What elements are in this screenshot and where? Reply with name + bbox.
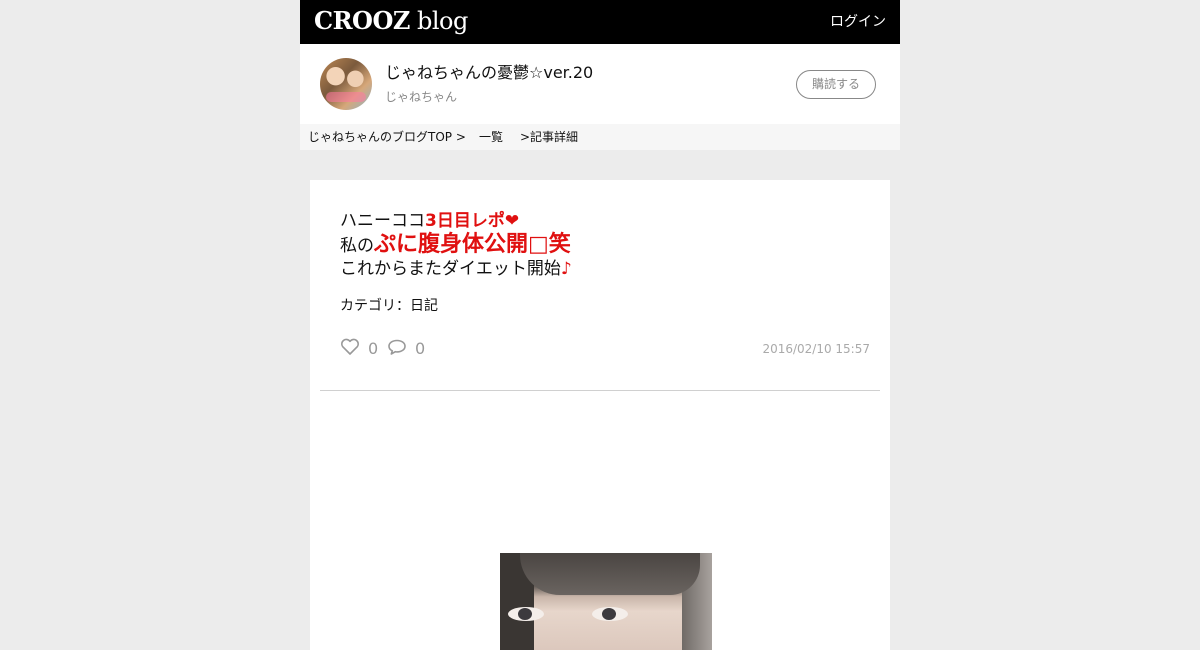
- breadcrumb-blog-top[interactable]: じゃねちゃんのブログTOP >: [308, 124, 466, 150]
- photo-eye-left: [508, 607, 544, 621]
- speech-bubble-icon[interactable]: [387, 338, 407, 360]
- breadcrumb-list[interactable]: 一覧: [479, 124, 503, 150]
- crooz-blog-logo[interactable]: CROOZ blog: [314, 6, 468, 36]
- photo-bangs: [520, 553, 700, 595]
- article-line-1-highlight: 3日目レポ❤: [425, 211, 520, 231]
- article-body: ハニーココ3日目レポ❤ 私のぷに腹身体公開□笑 これからまたダイエット開始♪: [340, 210, 572, 281]
- article-line-3: これからまたダイエット開始♪: [340, 258, 572, 281]
- logo-brand: CROOZ: [314, 6, 410, 35]
- logo-suffix: blog: [409, 7, 468, 35]
- article-card: ハニーココ3日目レポ❤ 私のぷに腹身体公開□笑 これからまたダイエット開始♪ カ…: [310, 180, 890, 650]
- post-date: 2016/02/10 15:57: [762, 342, 870, 356]
- article-line-2-text: 私の: [340, 236, 374, 256]
- breadcrumb-detail: >記事詳細: [520, 130, 579, 144]
- article-photo[interactable]: [500, 553, 712, 650]
- author-name[interactable]: じゃねちゃん: [385, 90, 457, 104]
- article-line-2-highlight: ぷに腹身体公開□笑: [374, 232, 571, 257]
- page-column: CROOZ blog ログイン じゃねちゃんの憂鬱☆ver.20 じゃねちゃん …: [300, 0, 900, 150]
- top-bar: CROOZ blog ログイン: [300, 0, 900, 44]
- breadcrumb: じゃねちゃんのブログTOP > 一覧 >記事詳細: [300, 124, 900, 150]
- login-link[interactable]: ログイン: [830, 13, 886, 31]
- subscribe-button[interactable]: 購読する: [796, 70, 876, 99]
- comment-count: 0: [415, 339, 426, 358]
- avatar[interactable]: [320, 58, 372, 110]
- heart-icon[interactable]: [340, 338, 360, 360]
- photo-eye-right: [592, 607, 628, 621]
- article-line-2: 私のぷに腹身体公開□笑: [340, 233, 572, 258]
- article-line-3-text: これからまたダイエット開始: [340, 259, 561, 279]
- blog-title[interactable]: じゃねちゃんの憂鬱☆ver.20: [385, 63, 593, 83]
- article-line-1: ハニーココ3日目レポ❤: [340, 210, 572, 233]
- like-count: 0: [368, 339, 379, 358]
- divider: [320, 390, 880, 391]
- article-category[interactable]: カテゴリ：日記: [340, 297, 438, 315]
- article-line-1-text: ハニーココ: [340, 211, 425, 231]
- blog-header: じゃねちゃんの憂鬱☆ver.20 じゃねちゃん 購読する: [300, 44, 900, 124]
- article-line-3-highlight: ♪: [560, 259, 572, 279]
